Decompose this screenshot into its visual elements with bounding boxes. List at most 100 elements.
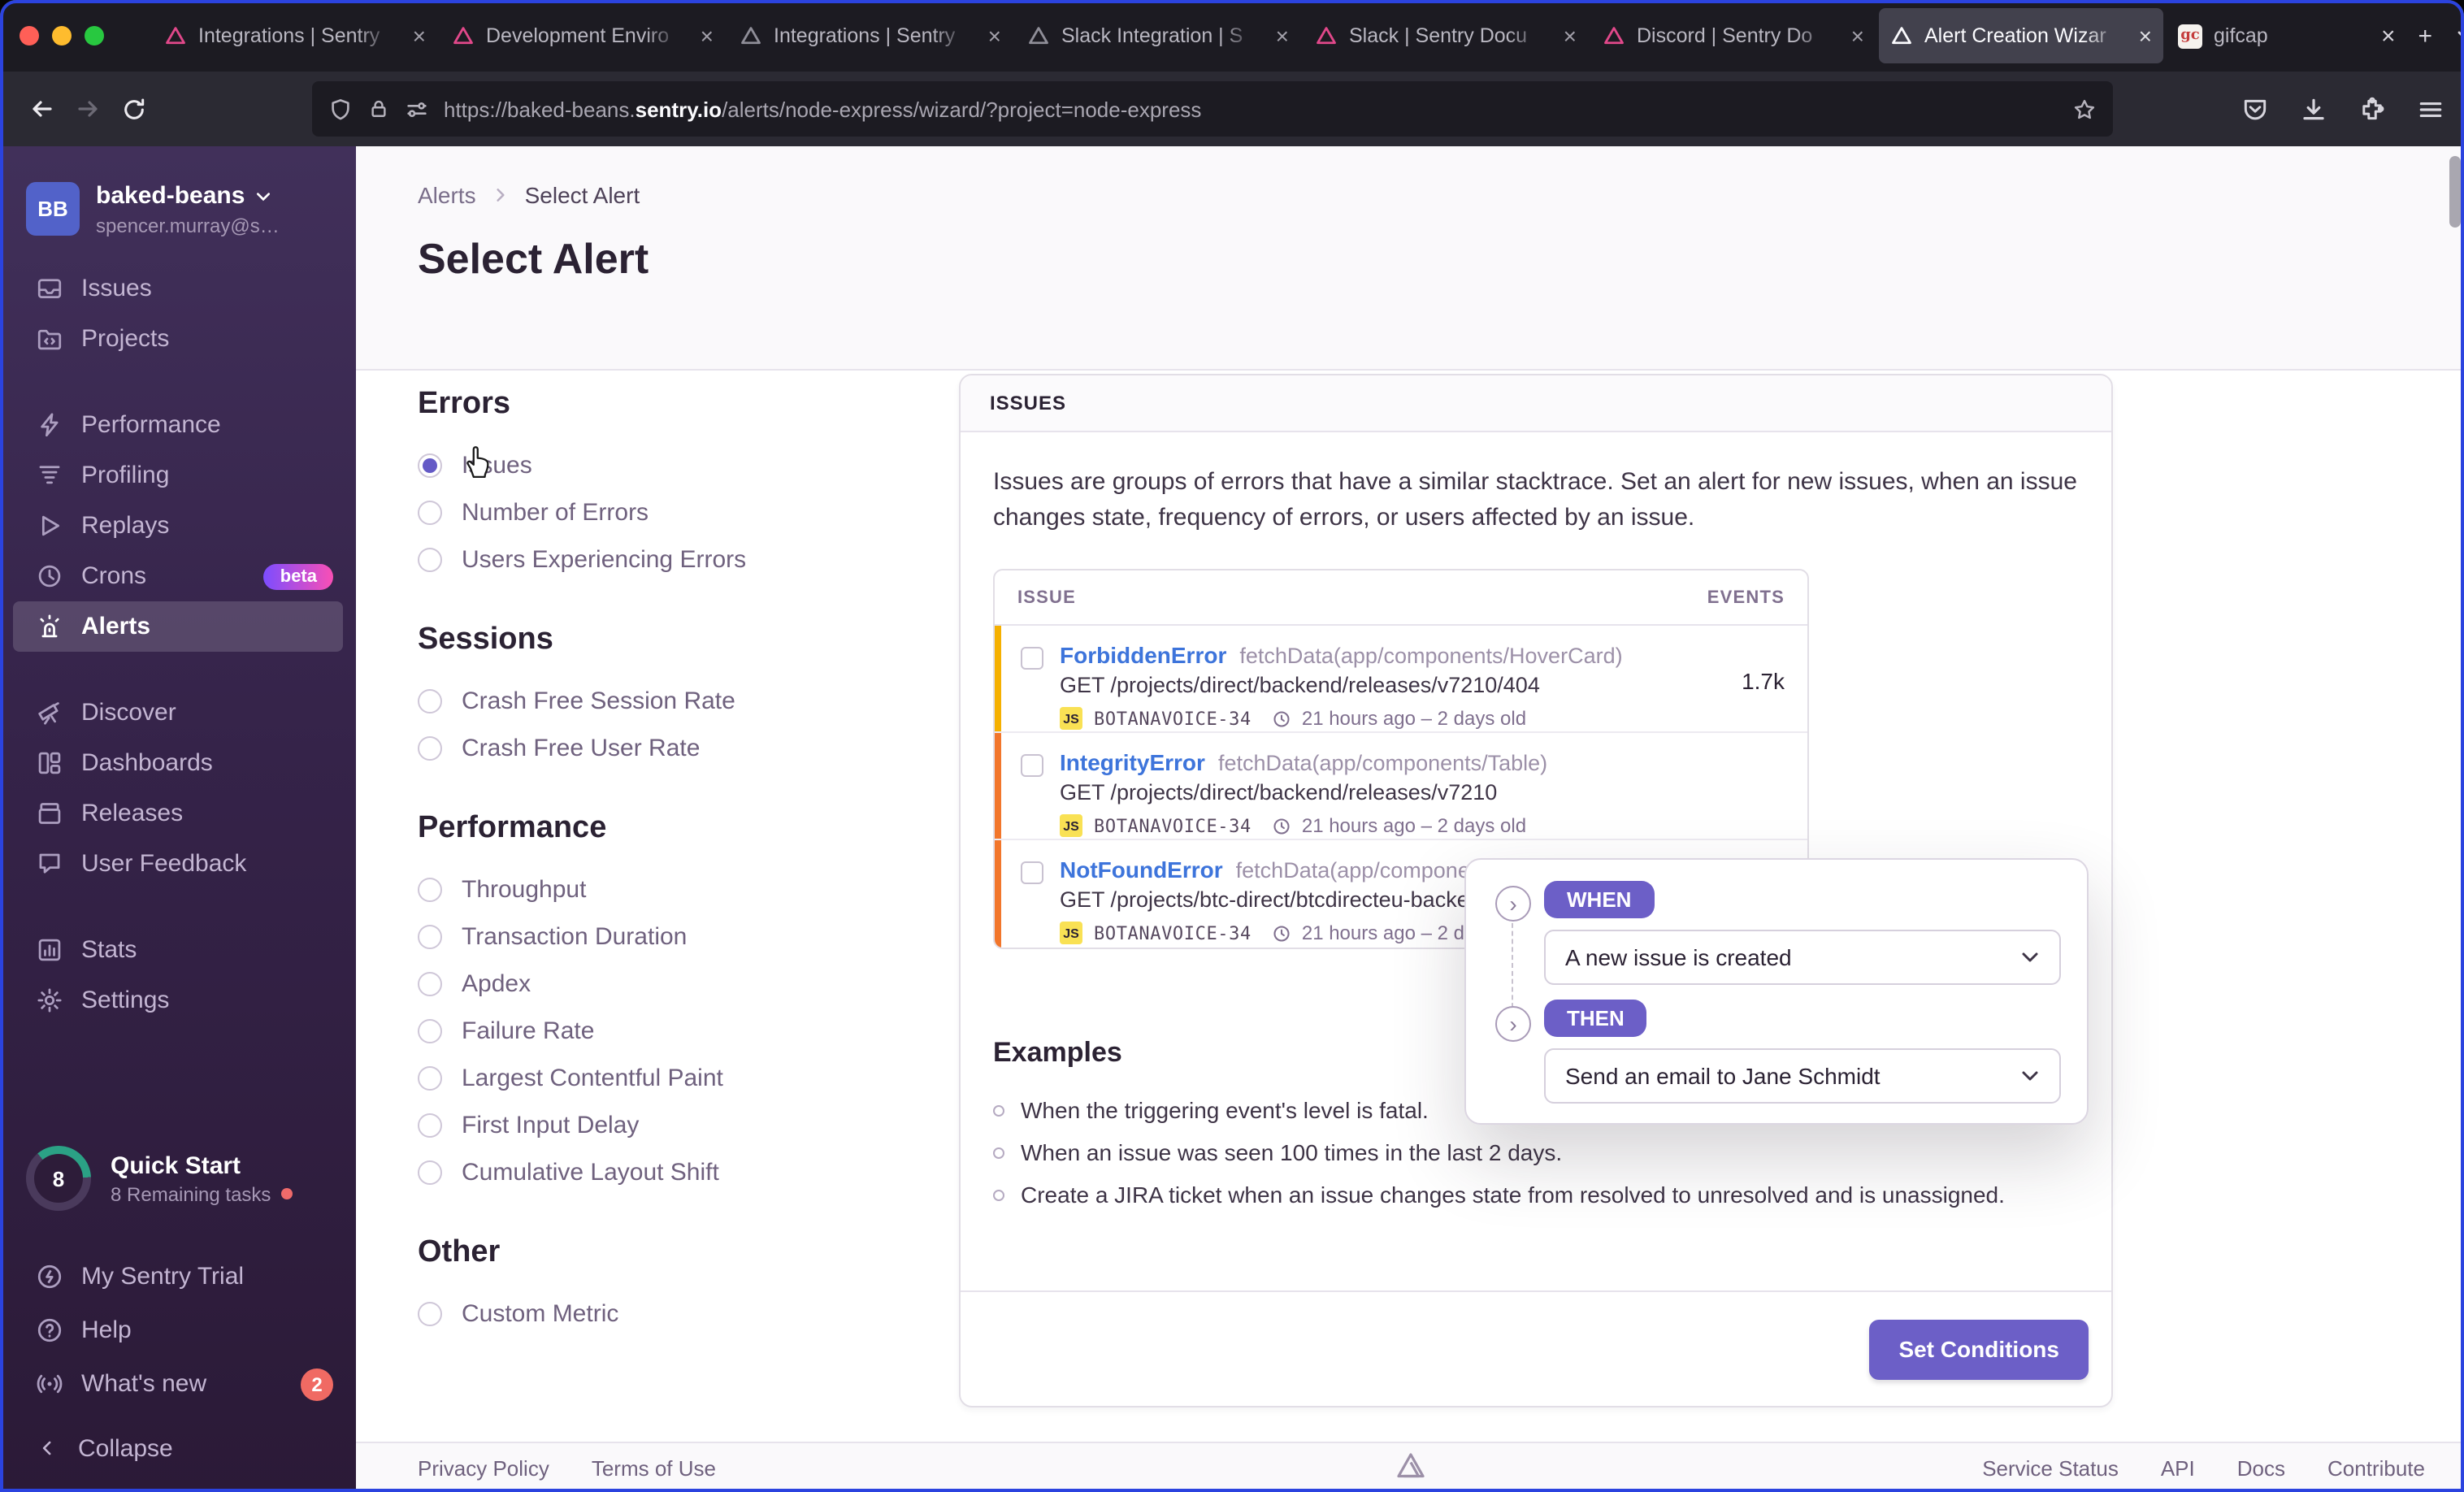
radio-dot[interactable] (418, 878, 442, 902)
issue-checkbox[interactable] (1021, 861, 1043, 884)
then-action-select[interactable]: Send an email to Jane Schmidt (1544, 1048, 2061, 1104)
tab-close-icon[interactable]: × (1564, 24, 1577, 47)
zoom-window-button[interactable] (85, 26, 104, 46)
radio-custom-metric[interactable]: Custom Metric (418, 1290, 922, 1338)
docs-link[interactable]: Docs (2237, 1455, 2285, 1480)
radio-number-of-errors[interactable]: Number of Errors (418, 489, 922, 536)
tab-close-icon[interactable]: × (1851, 24, 1864, 47)
radio-dot[interactable] (418, 1302, 442, 1326)
lock-icon[interactable] (367, 98, 390, 120)
back-icon[interactable] (20, 86, 65, 132)
tab-close-icon[interactable]: × (2381, 22, 2396, 50)
permissions-toggle-icon[interactable] (405, 97, 429, 121)
section-title-performance: Performance (418, 811, 607, 845)
sidebar-item-settings[interactable]: Settings (13, 975, 343, 1026)
tab-integrations-1[interactable]: Integrations | Sentry × (153, 8, 437, 63)
radio-dot[interactable] (418, 1113, 442, 1138)
tab-discord-docs[interactable]: Discord | Sentry Do × (1591, 8, 1876, 63)
tab-close-icon[interactable]: × (701, 24, 714, 47)
sidebar-item-replays[interactable]: Replays (13, 501, 343, 551)
radio-dot[interactable] (418, 925, 442, 949)
radio-issues[interactable]: Issues (418, 442, 922, 489)
sidebar-item-dashboards[interactable]: Dashboards (13, 738, 343, 788)
downloads-icon[interactable] (2300, 95, 2327, 123)
radio-dot[interactable] (418, 689, 442, 713)
issue-checkbox[interactable] (1021, 754, 1043, 777)
sidebar-collapse-button[interactable]: Collapse (0, 1411, 356, 1485)
minimize-window-button[interactable] (52, 26, 72, 46)
tab-close-icon[interactable]: × (1276, 24, 1289, 47)
reload-icon[interactable] (111, 86, 156, 132)
tab-close-icon[interactable]: × (988, 24, 1001, 47)
tab-slack-integration[interactable]: Slack Integration | S × (1016, 8, 1300, 63)
sidebar-item-alerts[interactable]: Alerts (13, 601, 343, 652)
url-text[interactable]: https://baked-beans.sentry.io/alerts/nod… (444, 97, 2058, 121)
sidebar-item-projects[interactable]: Projects (13, 314, 343, 364)
radio-dot[interactable] (418, 1066, 442, 1091)
sidebar-item-whats-new[interactable]: What's new 2 (13, 1357, 343, 1411)
quick-start-progress-ring: 8 (26, 1146, 91, 1211)
close-window-button[interactable] (20, 26, 39, 46)
radio-dot[interactable] (418, 453, 442, 478)
radio-cumulative-layout-shift[interactable]: Cumulative Layout Shift (418, 1149, 922, 1196)
radio-largest-contentful-paint[interactable]: Largest Contentful Paint (418, 1055, 922, 1102)
sidebar-item-help[interactable]: Help (13, 1303, 343, 1357)
forward-icon[interactable] (65, 86, 111, 132)
page-scrollbar[interactable] (2449, 156, 2461, 228)
api-link[interactable]: API (2161, 1455, 2195, 1480)
radio-apdex[interactable]: Apdex (418, 961, 922, 1008)
url-bar[interactable]: https://baked-beans.sentry.io/alerts/nod… (312, 81, 2113, 137)
sidebar-item-label: Replays (81, 512, 170, 540)
service-status-link[interactable]: Service Status (1982, 1455, 2119, 1480)
tab-alert-creation-wizard[interactable]: Alert Creation Wizar × (1879, 8, 2163, 63)
org-switcher[interactable]: BB baked-beans spencer.murray@s… (0, 169, 356, 263)
tab-close-icon[interactable]: × (2139, 24, 2152, 47)
radio-dot[interactable] (418, 1019, 442, 1043)
tab-close-icon[interactable]: × (413, 24, 426, 47)
radio-failure-rate[interactable]: Failure Rate (418, 1008, 922, 1055)
radio-dot[interactable] (418, 548, 442, 572)
radio-crash-free-session-rate[interactable]: Crash Free Session Rate (418, 678, 922, 725)
when-condition-select[interactable]: A new issue is created (1544, 930, 2061, 985)
sidebar-item-my-sentry-trial[interactable]: My Sentry Trial (13, 1250, 343, 1303)
issue-checkbox[interactable] (1021, 647, 1043, 670)
shield-icon[interactable] (328, 97, 353, 121)
breadcrumb-alerts-link[interactable]: Alerts (418, 182, 476, 208)
radio-crash-free-user-rate[interactable]: Crash Free User Rate (418, 725, 922, 772)
list-tabs-icon[interactable] (2455, 26, 2464, 46)
tab-slack-docs[interactable]: Slack | Sentry Docu × (1304, 8, 1588, 63)
radio-dot[interactable] (418, 736, 442, 761)
tab-development-environment[interactable]: Development Enviro × (440, 8, 725, 63)
privacy-policy-link[interactable]: Privacy Policy (418, 1455, 549, 1480)
radio-dot[interactable] (418, 501, 442, 525)
sidebar-item-profiling[interactable]: Profiling (13, 450, 343, 501)
sidebar-item-crons[interactable]: Crons beta (13, 551, 343, 601)
sidebar-item-issues[interactable]: Issues (13, 263, 343, 314)
radio-first-input-delay[interactable]: First Input Delay (418, 1102, 922, 1149)
sidebar-item-stats[interactable]: Stats (13, 925, 343, 975)
radio-users-experiencing-errors[interactable]: Users Experiencing Errors (418, 536, 922, 583)
quick-start[interactable]: 8 Quick Start 8 Remaining tasks (0, 1146, 356, 1211)
issue-link[interactable]: ForbiddenError (1060, 642, 1226, 668)
tab-gifcap[interactable]: gc gifcap (2167, 8, 2381, 63)
tab-integrations-2[interactable]: Integrations | Sentry × (728, 8, 1013, 63)
issue-link[interactable]: NotFoundError (1060, 857, 1223, 883)
set-conditions-button[interactable]: Set Conditions (1869, 1319, 2089, 1379)
terms-of-use-link[interactable]: Terms of Use (592, 1455, 716, 1480)
radio-throughput[interactable]: Throughput (418, 866, 922, 913)
sidebar-item-performance[interactable]: Performance (13, 400, 343, 450)
pocket-icon[interactable] (2241, 95, 2269, 123)
new-tab-button[interactable]: + (2418, 22, 2433, 50)
extensions-puzzle-icon[interactable] (2358, 95, 2386, 123)
radio-dot[interactable] (418, 972, 442, 996)
radio-dot[interactable] (418, 1160, 442, 1185)
sidebar-item-discover[interactable]: Discover (13, 687, 343, 738)
menu-hamburger-icon[interactable] (2417, 95, 2444, 123)
bookmark-star-icon[interactable] (2072, 97, 2097, 121)
sidebar-item-releases[interactable]: Releases (13, 788, 343, 839)
radio-transaction-duration[interactable]: Transaction Duration (418, 913, 922, 961)
sidebar-item-user-feedback[interactable]: User Feedback (13, 839, 343, 889)
issue-link[interactable]: IntegrityError (1060, 749, 1205, 775)
issues-icon (37, 279, 62, 299)
contribute-link[interactable]: Contribute (2327, 1455, 2425, 1480)
